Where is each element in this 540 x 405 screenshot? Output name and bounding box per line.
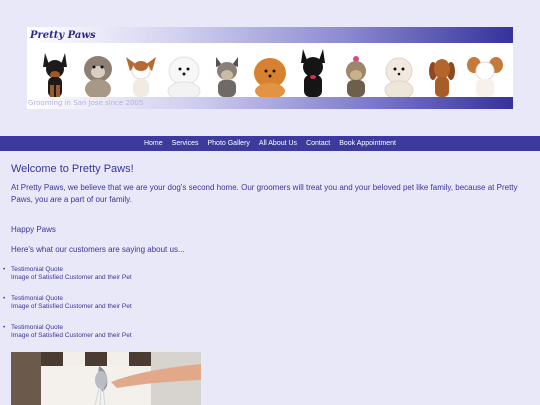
testimonial-intro: Here's what our customers are saying abo… [11, 245, 185, 254]
papillon-dog [467, 57, 504, 97]
samoyed-dog [167, 56, 201, 97]
testimonial-quote: Testimonial Quote [11, 324, 64, 331]
banner-bottom-strip: Grooming in San Jose since 2005 [27, 97, 513, 109]
intro-emphasis: are [50, 195, 62, 204]
nav-book-appointment[interactable]: Book Appointment [339, 140, 396, 147]
testimonial-item: • Testimonial Quote Image of Satisfied C… [3, 324, 533, 340]
nav-home[interactable]: Home [144, 140, 163, 147]
testimonial-caption: Image of Satisfied Customer and their Pe… [11, 274, 132, 281]
dog-lineup-image [27, 43, 513, 97]
testimonial-caption: Image of Satisfied Customer and their Pe… [11, 303, 132, 310]
nav-services[interactable]: Services [172, 140, 199, 147]
banner-top-strip: Pretty Paws [27, 27, 513, 43]
scottish-terrier-dog [301, 49, 325, 97]
site-banner: Pretty Paws Grooming in San Jose since 2… [27, 27, 513, 109]
yorkie-dog [215, 57, 238, 97]
dog-bath-photo [11, 352, 201, 405]
main-content: Welcome to Pretty Paws! At Pretty Paws, … [3, 162, 533, 353]
bullet-icon: • [3, 295, 6, 302]
chihuahua-dog [125, 57, 156, 97]
nav-contact[interactable]: Contact [306, 140, 330, 147]
intro-text-end: a part of our family. [61, 195, 132, 204]
testimonial-list: • Testimonial Quote Image of Satisfied C… [3, 266, 533, 340]
pomeranian-dog [253, 58, 286, 97]
intro-paragraph: At Pretty Paws, we believe that we are y… [11, 182, 526, 206]
nav-photo-gallery[interactable]: Photo Gallery [208, 140, 250, 147]
brand-name: Pretty Paws [30, 30, 96, 41]
brand-logo[interactable]: Pretty Paws [27, 28, 96, 42]
testimonial-quote: Testimonial Quote [11, 295, 64, 302]
yorkie-bow-dog [346, 56, 367, 97]
shih-tzu-dog [83, 56, 112, 97]
testimonial-item: • Testimonial Quote Image of Satisfied C… [3, 295, 533, 311]
dachshund-dog [429, 59, 456, 97]
min-pin-dog [42, 53, 67, 97]
bullet-icon: • [3, 266, 6, 273]
happy-paws-heading: Happy Paws [11, 225, 56, 234]
page-title: Welcome to Pretty Paws! [11, 163, 134, 175]
bullet-icon: • [3, 324, 6, 331]
main-nav: Home Services Photo Gallery All About Us… [0, 136, 540, 151]
nav-all-about-us[interactable]: All About Us [259, 140, 297, 147]
bath-photo-image [11, 352, 201, 405]
testimonial-item: • Testimonial Quote Image of Satisfied C… [3, 266, 533, 282]
testimonial-quote: Testimonial Quote [11, 266, 64, 273]
tagline: Grooming in San Jose since 2005 [28, 99, 144, 107]
maltese-dog [384, 57, 414, 97]
testimonial-caption: Image of Satisfied Customer and their Pe… [11, 332, 132, 339]
